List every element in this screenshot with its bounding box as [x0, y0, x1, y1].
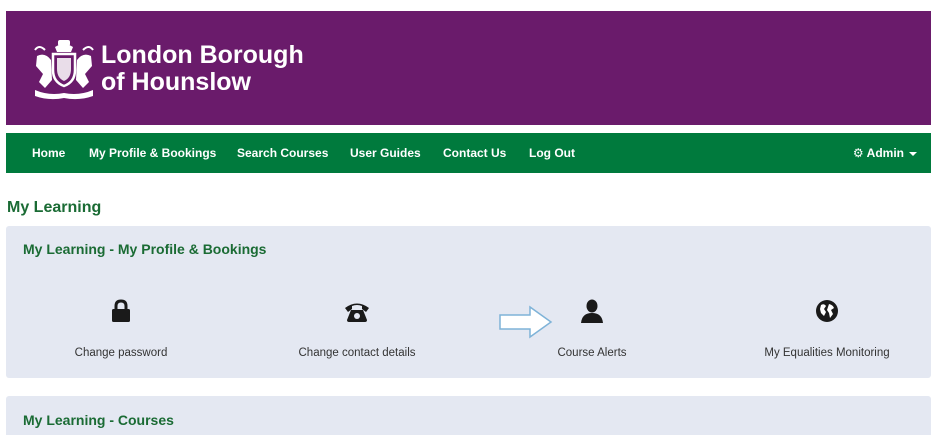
courses-panel-title: My Learning - Courses	[23, 412, 174, 428]
main-navbar: Home My Profile & Bookings Search Course…	[6, 133, 931, 173]
tile-my-equalities-monitoring-label: My Equalities Monitoring	[764, 347, 890, 359]
page-title: My Learning	[7, 199, 102, 216]
brand-header: London Borough of Hounslow	[6, 11, 931, 125]
user-icon	[581, 299, 603, 323]
phone-icon	[345, 303, 369, 322]
globe-icon	[816, 300, 838, 322]
admin-dropdown[interactable]: ⚙ Admin	[853, 133, 917, 173]
tile-change-password-label: Change password	[74, 347, 168, 359]
profile-bookings-panel-title: My Learning - My Profile & Bookings	[23, 241, 267, 257]
tile-change-contact-details-label: Change contact details	[298, 347, 416, 359]
nav-item-search-courses[interactable]: Search Courses	[237, 133, 328, 173]
brand-title-line2: of Hounslow	[101, 68, 251, 96]
borough-crest-icon	[34, 40, 94, 100]
tile-change-contact-details[interactable]: Change contact details	[242, 298, 472, 368]
nav-item-my-profile-bookings[interactable]: My Profile & Bookings	[89, 133, 216, 173]
gear-icon: ⚙	[852, 146, 864, 160]
profile-bookings-panel: My Learning - My Profile & Bookings Chan…	[6, 226, 931, 378]
nav-item-home[interactable]: Home	[32, 133, 65, 173]
tile-change-password[interactable]: Change password	[6, 298, 236, 368]
admin-label: Admin	[866, 146, 904, 160]
page: London Borough of Hounslow Home My Profi…	[0, 0, 931, 435]
brand-title[interactable]: London Borough of Hounslow	[101, 42, 304, 96]
brand-title-line1: London Borough	[101, 41, 304, 69]
nav-item-contact-us[interactable]: Contact Us	[443, 133, 506, 173]
tile-course-alerts-label: Course Alerts	[557, 347, 627, 359]
arrow-right-outline-icon	[499, 305, 553, 339]
courses-panel: My Learning - Courses	[6, 396, 931, 435]
nav-item-log-out[interactable]: Log Out	[529, 133, 575, 173]
tile-my-equalities-monitoring[interactable]: My Equalities Monitoring	[712, 298, 931, 368]
caret-down-icon	[909, 151, 917, 156]
lock-icon	[112, 299, 130, 322]
nav-item-user-guides[interactable]: User Guides	[350, 133, 421, 173]
